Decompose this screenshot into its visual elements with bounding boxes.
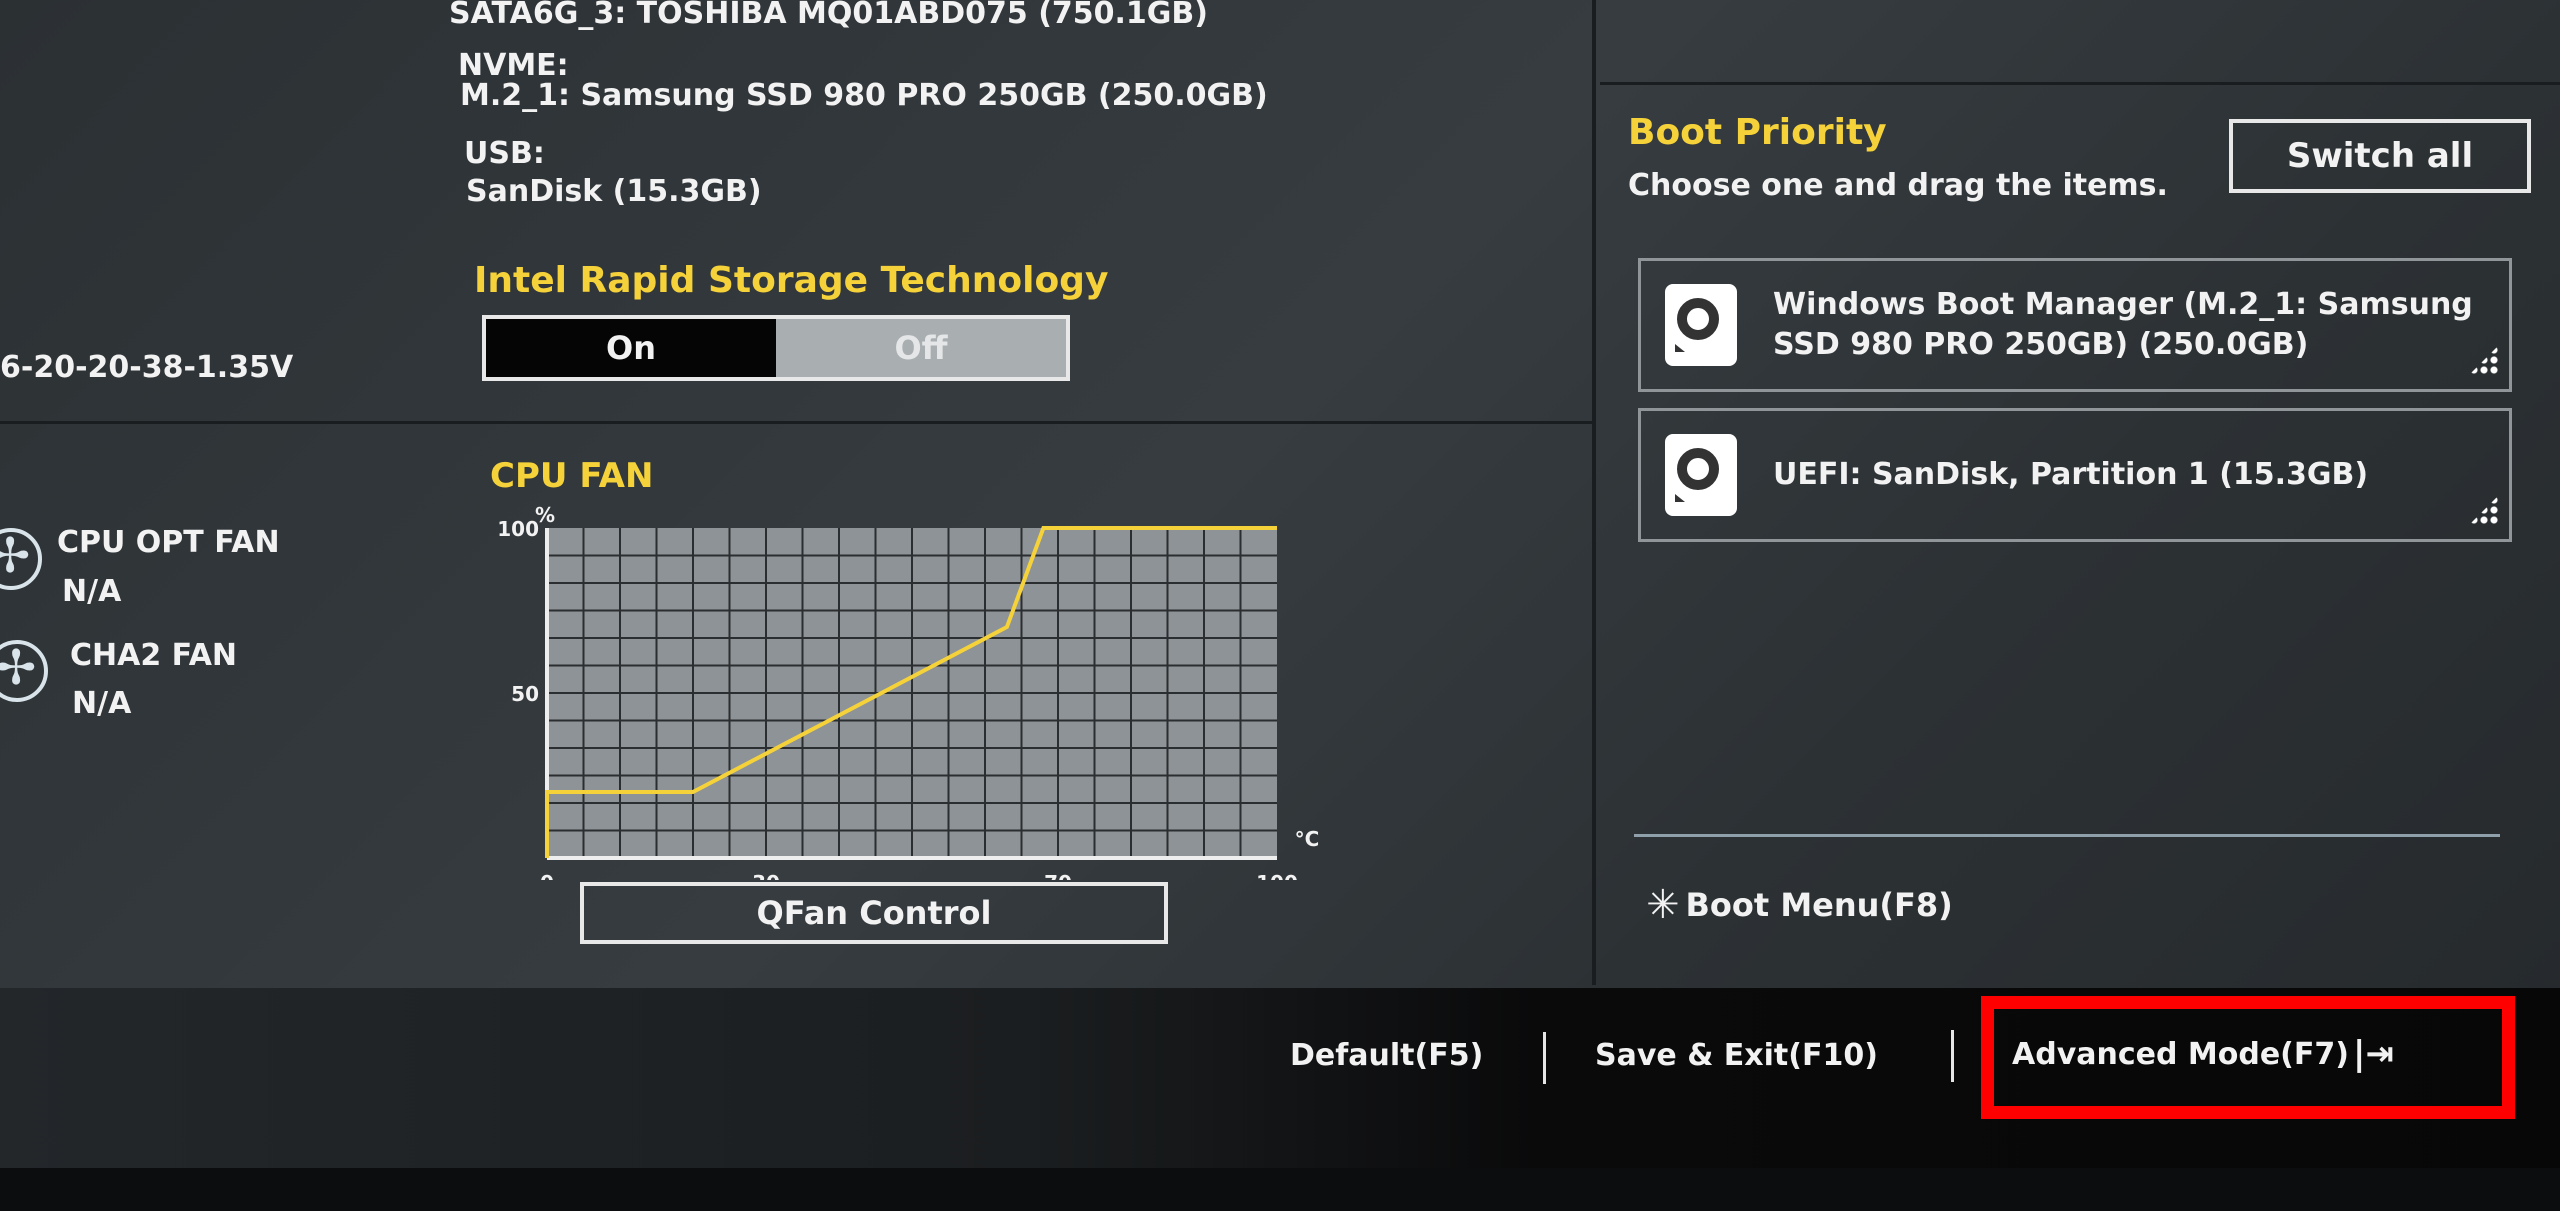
x-tick-label: 100	[1256, 871, 1298, 880]
rst-off-option[interactable]: Off	[776, 319, 1066, 377]
switch-all-button[interactable]: Switch all	[2229, 119, 2531, 193]
x-axis-unit: °C	[1295, 827, 1320, 851]
save-exit-button[interactable]: Save & Exit(F10)	[1595, 1038, 1878, 1073]
fan-icon	[0, 528, 42, 590]
boot-divider	[1634, 834, 2500, 837]
boot-priority-title: Boot Priority	[1628, 112, 1887, 153]
fan-icon	[0, 640, 48, 702]
section-divider	[0, 421, 1592, 424]
x-tick-label: 0	[540, 871, 554, 880]
section-divider	[1600, 82, 2560, 85]
fan-speed: N/A	[72, 686, 132, 721]
x-tick-label: 30	[752, 871, 780, 880]
boot-menu-button[interactable]: ✳ Boot Menu(F8)	[1646, 882, 1953, 928]
hard-disk-icon	[1665, 284, 1737, 366]
highlight-box	[1981, 996, 2515, 1119]
cpu-fan-title: CPU FAN	[490, 456, 654, 496]
drag-handle-icon[interactable]	[2469, 495, 2499, 525]
rst-on-option[interactable]: On	[486, 319, 776, 377]
boot-item[interactable]: Windows Boot Manager (M.2_1: Samsung SSD…	[1638, 258, 2512, 392]
hard-disk-icon	[1665, 434, 1737, 516]
dram-timing: 6-20-20-38-1.35V	[0, 350, 294, 385]
footer-separator	[1543, 1032, 1546, 1084]
usb-label: USB:	[464, 136, 545, 171]
y-tick-label: 100	[497, 517, 539, 541]
usb-device: SanDisk (15.3GB)	[466, 174, 762, 209]
boot-item-label: UEFI: SanDisk, Partition 1 (15.3GB)	[1773, 457, 2369, 492]
nvme-device: M.2_1: Samsung SSD 980 PRO 250GB (250.0G…	[460, 78, 1268, 113]
boot-item-label: Windows Boot Manager (M.2_1: Samsung SSD…	[1773, 287, 2473, 362]
y-tick-label: 50	[511, 682, 539, 706]
boot-item[interactable]: UEFI: SanDisk, Partition 1 (15.3GB)	[1638, 408, 2512, 542]
boot-menu-label: Boot Menu(F8)	[1685, 886, 1953, 924]
sata-device: SATA6G_3: TOSHIBA MQ01ABD075 (750.1GB)	[449, 0, 1208, 31]
fan-speed: N/A	[62, 574, 122, 609]
footer-separator	[1951, 1030, 1954, 1082]
qfan-control-button[interactable]: QFan Control	[580, 882, 1168, 944]
fan-name: CHA2 FAN	[70, 638, 238, 673]
rst-toggle[interactable]: On Off	[482, 315, 1070, 381]
fan-name: CPU OPT FAN	[57, 525, 280, 560]
bios-ez-mode-screen: SATA6G_3: TOSHIBA MQ01ABD075 (750.1GB) N…	[0, 0, 2560, 1168]
cpu-fan-curve-chart[interactable]: 0 30 70 100 50 100% °C	[480, 500, 1340, 880]
y-axis-unit: %	[535, 503, 555, 527]
boot-menu-icon: ✳	[1646, 882, 1680, 928]
default-button[interactable]: Default(F5)	[1290, 1038, 1483, 1073]
boot-priority-hint: Choose one and drag the items.	[1628, 168, 2168, 203]
x-tick-label: 70	[1044, 871, 1072, 880]
column-divider	[1592, 0, 1596, 985]
rst-title: Intel Rapid Storage Technology	[474, 260, 1109, 301]
